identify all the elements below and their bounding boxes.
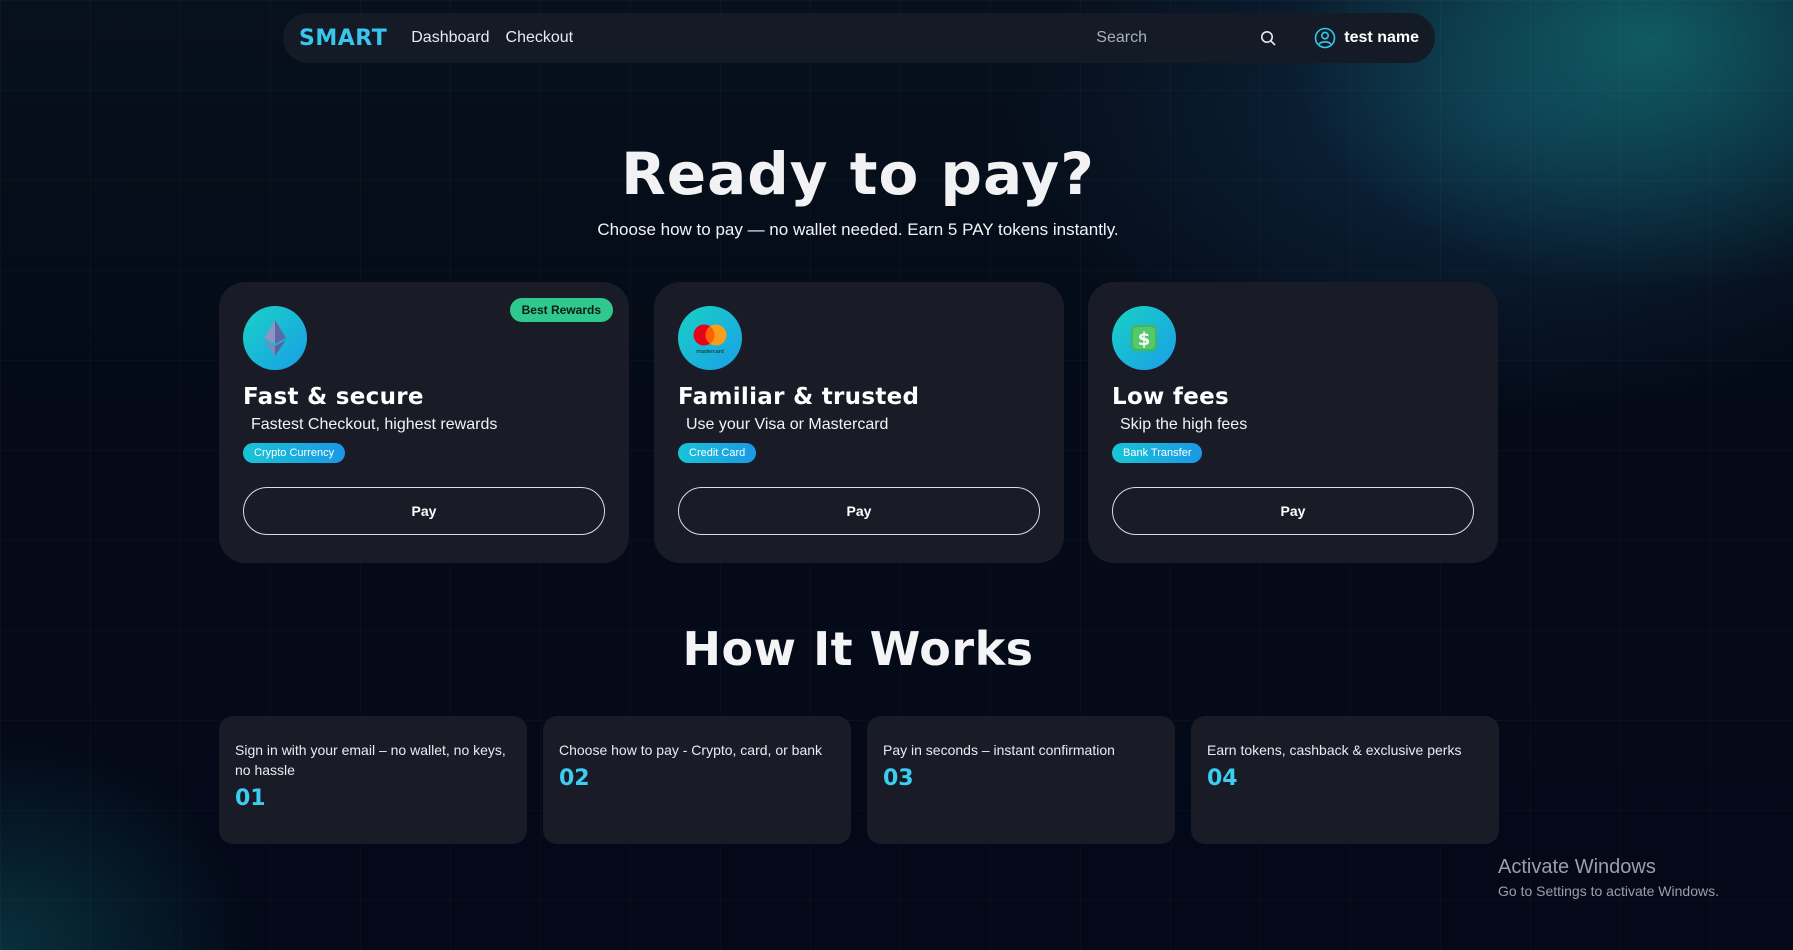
pay-card-button[interactable]: Pay <box>678 487 1040 535</box>
watermark-subtitle: Go to Settings to activate Windows. <box>1498 883 1719 899</box>
payment-option-crypto: Best Rewards Fast & secure Fastest Check… <box>219 282 629 563</box>
step-text: Earn tokens, cashback & exclusive perks <box>1207 742 1462 758</box>
step-number: 03 <box>883 766 914 791</box>
step-number: 02 <box>559 766 590 791</box>
top-navbar: SMART Dashboard Checkout test name <box>283 13 1435 63</box>
card-title: Fast & secure <box>243 384 424 410</box>
step-text: Choose how to pay - Crypto, card, or ban… <box>559 742 823 758</box>
card-description: Skip the high fees <box>1120 416 1248 433</box>
pay-bank-button[interactable]: Pay <box>1112 487 1474 535</box>
user-avatar-icon <box>1314 27 1336 49</box>
page-subtitle: Choose how to pay — no wallet needed. Ea… <box>597 220 1119 239</box>
page-title: Ready to pay? <box>621 140 1095 208</box>
card-description: Fastest Checkout, highest rewards <box>251 416 498 433</box>
payment-method-tag: Bank Transfer <box>1112 443 1203 463</box>
how-it-works-title: How It Works <box>682 622 1034 676</box>
mastercard-wordmark: mastercard <box>696 349 724 355</box>
card-description: Use your Visa or Mastercard <box>686 416 889 433</box>
mastercard-icon: mastercard <box>678 306 742 370</box>
payment-option-bank: $ Low fees Skip the high fees Bank Trans… <box>1088 282 1498 563</box>
step-card-1: Sign in with your email – no wallet, no … <box>219 716 527 844</box>
nav-link-checkout[interactable]: Checkout <box>506 29 574 47</box>
activate-windows-watermark: Activate Windows Go to Settings to activ… <box>1498 856 1719 899</box>
pay-crypto-button[interactable]: Pay <box>243 487 605 535</box>
ethereum-icon <box>243 306 307 370</box>
user-menu[interactable]: test name <box>1314 27 1419 49</box>
payment-method-tag: Credit Card <box>678 443 757 463</box>
search-icon[interactable] <box>1260 30 1276 46</box>
card-title: Low fees <box>1112 384 1230 410</box>
nav-link-dashboard[interactable]: Dashboard <box>411 29 489 47</box>
step-card-4: Earn tokens, cashback & exclusive perks … <box>1191 716 1499 844</box>
user-name: test name <box>1344 29 1419 46</box>
step-text: Sign in with your email – no wallet, no … <box>235 742 506 778</box>
step-card-2: Choose how to pay - Crypto, card, or ban… <box>543 716 851 844</box>
search-box <box>1096 29 1286 47</box>
card-title: Familiar & trusted <box>678 384 920 410</box>
payment-method-tag: Crypto Currency <box>243 443 346 463</box>
watermark-title: Activate Windows <box>1498 856 1656 878</box>
step-number: 04 <box>1207 766 1238 791</box>
brand-logo[interactable]: SMART <box>299 26 387 51</box>
dollar-bill-icon: $ <box>1112 306 1176 370</box>
step-card-3: Pay in seconds – instant confirmation 03 <box>867 716 1175 844</box>
step-text: Pay in seconds – instant confirmation <box>883 742 1115 758</box>
best-rewards-badge: Best Rewards <box>509 298 613 322</box>
search-input[interactable] <box>1096 29 1247 47</box>
svg-text:$: $ <box>1138 329 1151 350</box>
payment-option-card: mastercard Familiar & trusted Use your V… <box>654 282 1064 563</box>
step-number: 01 <box>235 786 266 811</box>
